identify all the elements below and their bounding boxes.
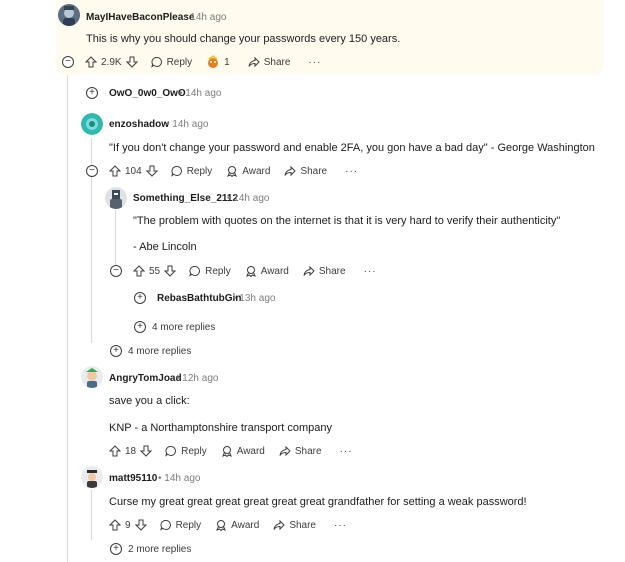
timestamp: • 14h ago: [179, 88, 222, 99]
more-options-icon[interactable]: ···: [340, 446, 353, 457]
award-button[interactable]: 1: [206, 55, 230, 69]
comment-text: "If you don't change your password and e…: [109, 142, 595, 154]
vote-score: 18: [125, 445, 137, 457]
avatar[interactable]: [81, 366, 103, 388]
comment-icon: [159, 519, 172, 531]
award-emoji-icon: [206, 55, 220, 69]
timestamp: • 14h ago: [166, 119, 209, 130]
vote-score: 2.9K: [101, 56, 122, 68]
award-button[interactable]: Award: [245, 265, 289, 277]
award-button[interactable]: Award: [226, 165, 270, 177]
award-icon: [221, 445, 233, 457]
username[interactable]: Something_Else_2112: [133, 193, 238, 204]
comment-actions: 9 Reply Award Share ···: [108, 517, 347, 533]
award-button[interactable]: Award: [221, 445, 265, 457]
downvote-icon[interactable]: [134, 518, 148, 532]
collapse-icon[interactable]: −: [62, 56, 74, 68]
reply-button[interactable]: Reply: [159, 519, 201, 531]
timestamp: • 13h ago: [233, 293, 276, 304]
award-icon: [245, 265, 257, 277]
avatar[interactable]: [81, 466, 103, 488]
username[interactable]: AngryTomJoad: [109, 373, 182, 384]
timestamp: • 14h ago: [227, 193, 270, 204]
expand-icon[interactable]: +: [134, 292, 146, 304]
comment-text: save you a click:: [109, 395, 190, 407]
award-icon: [226, 165, 238, 177]
vote-score: 104: [125, 165, 142, 177]
downvote-icon[interactable]: [125, 55, 139, 69]
username[interactable]: OwO_0w0_OwO: [109, 88, 186, 99]
vote-score: 9: [125, 519, 131, 531]
upvote-icon[interactable]: [132, 264, 146, 278]
award-icon: [215, 519, 227, 531]
comment-icon: [170, 165, 183, 177]
share-button[interactable]: Share: [279, 445, 322, 457]
username[interactable]: MayIHaveBaconPlease: [86, 12, 194, 23]
share-icon: [273, 519, 286, 531]
comment-text: This is why you should change your passw…: [86, 33, 401, 45]
comment-actions: 104 Reply Award Share ···: [108, 163, 358, 179]
more-replies-link[interactable]: 4 more replies: [128, 346, 191, 357]
share-button[interactable]: Share: [303, 265, 346, 277]
expand-icon[interactable]: +: [86, 87, 98, 99]
comment-actions: 2.9K Reply 1 Share ···: [84, 54, 321, 70]
downvote-icon[interactable]: [145, 164, 159, 178]
username[interactable]: RebasBathtubGin: [157, 293, 241, 304]
username[interactable]: matt95110: [109, 473, 157, 484]
more-replies-link[interactable]: 4 more replies: [152, 322, 215, 333]
thread-line-matt: [91, 490, 92, 540]
comment-actions: 18 Reply Award Share ···: [108, 443, 353, 459]
share-icon: [279, 445, 291, 457]
comment-icon: [165, 445, 177, 457]
thread-line-root: [67, 75, 68, 562]
share-icon: [248, 56, 260, 68]
comment-text: - Abe Lincoln: [133, 241, 197, 253]
more-options-icon[interactable]: ···: [364, 266, 377, 277]
share-icon: [303, 265, 315, 277]
avatar[interactable]: [58, 4, 80, 26]
reply-button[interactable]: Reply: [165, 445, 207, 457]
comment-text: "The problem with quotes on the internet…: [133, 215, 561, 227]
share-button[interactable]: Share: [248, 56, 290, 68]
more-options-icon[interactable]: ···: [308, 57, 321, 68]
upvote-icon[interactable]: [108, 518, 122, 532]
timestamp: • 12h ago: [176, 373, 219, 384]
comment-text: Curse my great great great great great g…: [109, 496, 527, 508]
more-replies-link[interactable]: 2 more replies: [128, 544, 191, 555]
comment-text: KNP - a Northamptonshire transport compa…: [109, 422, 332, 434]
more-options-icon[interactable]: ···: [345, 166, 358, 177]
upvote-icon[interactable]: [108, 444, 122, 458]
upvote-icon[interactable]: [84, 55, 98, 69]
reply-button[interactable]: Reply: [170, 165, 212, 177]
collapse-icon[interactable]: −: [86, 165, 98, 177]
collapse-icon[interactable]: −: [110, 265, 122, 277]
downvote-icon[interactable]: [163, 264, 177, 278]
reply-button[interactable]: Reply: [189, 265, 231, 277]
expand-icon[interactable]: +: [134, 321, 146, 333]
vote-score: 55: [149, 265, 161, 277]
comment-actions: 55 Reply Award Share ···: [132, 263, 377, 279]
comment-icon: [150, 56, 163, 68]
award-button[interactable]: Award: [215, 519, 259, 531]
downvote-icon[interactable]: [139, 444, 153, 458]
expand-icon[interactable]: +: [110, 543, 122, 555]
share-button[interactable]: Share: [284, 165, 327, 177]
expand-icon[interactable]: +: [110, 345, 122, 357]
username[interactable]: enzoshadow: [109, 119, 169, 130]
reply-button[interactable]: Reply: [150, 56, 192, 68]
share-button[interactable]: Share: [273, 519, 316, 531]
thread-line-something: [115, 210, 116, 265]
share-icon: [284, 165, 297, 177]
comment-icon: [189, 265, 201, 277]
more-options-icon[interactable]: ···: [334, 520, 347, 531]
avatar[interactable]: [81, 113, 103, 135]
avatar[interactable]: [105, 187, 127, 209]
timestamp: • 14h ago: [184, 12, 227, 23]
timestamp: • 14h ago: [158, 473, 201, 484]
upvote-icon[interactable]: [108, 164, 122, 178]
